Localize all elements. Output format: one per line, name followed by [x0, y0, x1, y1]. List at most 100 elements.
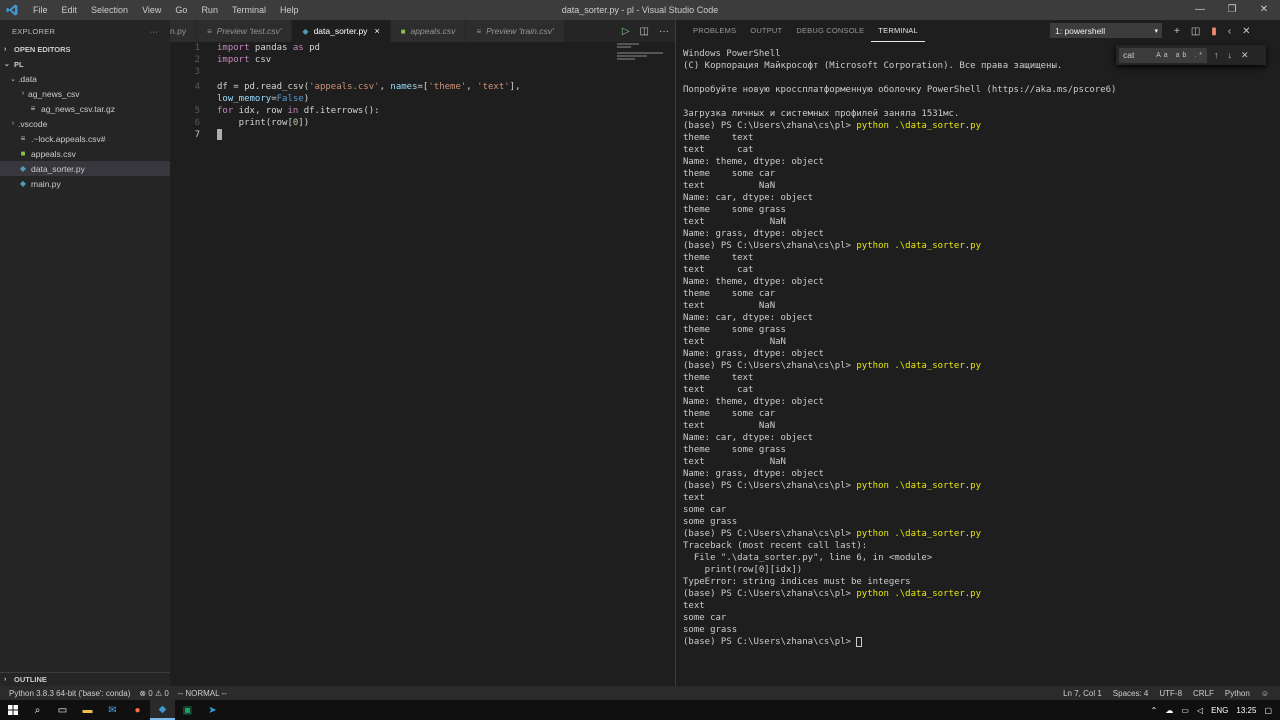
run-icon[interactable]: ▷: [622, 26, 630, 37]
open-editors-section[interactable]: › OPEN EDITORS: [0, 42, 170, 56]
minimize-icon[interactable]: —: [1184, 0, 1216, 20]
tab-preview-test-csv[interactable]: ≡ Preview 'test.csv': [197, 20, 293, 42]
problems-count[interactable]: ⊗ 0 ⚠ 0: [139, 689, 168, 698]
close-tab-icon[interactable]: ×: [374, 26, 379, 36]
tab-data-sorter-py[interactable]: ◆ data_sorter.py ×: [292, 20, 391, 42]
explorer-title: EXPLORER: [12, 26, 56, 36]
tree-item[interactable]: ≡ ag_news_csv.tar.gz: [0, 101, 170, 116]
tab-main-py[interactable]: n.py: [170, 20, 198, 42]
terminal-line: text: [683, 493, 705, 503]
cloud-icon[interactable]: ☁: [1165, 706, 1173, 715]
more-actions-icon[interactable]: ···: [659, 26, 669, 37]
vscode-taskbar-icon[interactable]: ◆: [150, 700, 175, 720]
menu-help[interactable]: Help: [273, 0, 306, 20]
new-terminal-icon[interactable]: +: [1174, 26, 1180, 37]
input-language[interactable]: ENG: [1211, 706, 1228, 715]
terminal-line: theme some car: [683, 409, 776, 419]
windows-taskbar: ⌕ ▭ ▬ ✉ ● ◆ ▣ ➤ ⌃ ☁ ▭ ◁ ENG 13:25 ▢: [0, 700, 1280, 720]
menu-terminal[interactable]: Terminal: [225, 0, 273, 20]
system-tray: ⌃ ☁ ▭ ◁ ENG 13:25 ▢: [1151, 700, 1280, 720]
python-interpreter[interactable]: Python 3.8.3 64-bit ('base': conda): [9, 689, 130, 698]
arrow-up-icon[interactable]: ↑: [1214, 50, 1219, 61]
terminal-line: Name: theme, dtype: object: [683, 397, 824, 407]
cursor-position[interactable]: Ln 7, Col 1: [1063, 689, 1102, 698]
chevron-right-icon: ›: [4, 45, 7, 53]
menu-edit[interactable]: Edit: [55, 0, 85, 20]
tree-item-label: main.py: [31, 178, 61, 189]
arrow-down-icon[interactable]: ↓: [1228, 50, 1233, 61]
menu-go[interactable]: Go: [168, 0, 194, 20]
telegram-icon[interactable]: ➤: [200, 700, 225, 720]
tab-appeals-csv[interactable]: ■ appeals.csv: [390, 20, 467, 42]
trash-icon[interactable]: ▮: [1211, 26, 1217, 37]
mail-icon[interactable]: ✉: [100, 700, 125, 720]
chevron-left-icon[interactable]: ‹: [1228, 26, 1231, 37]
language-mode[interactable]: Python: [1225, 689, 1250, 698]
outline-title: OUTLINE: [14, 675, 47, 684]
restore-icon[interactable]: ❐: [1216, 0, 1248, 20]
network-icon[interactable]: ▭: [1181, 706, 1189, 715]
close-panel-icon[interactable]: ✕: [1242, 26, 1250, 37]
tree-item[interactable]: ◆ data_sorter.py: [0, 161, 170, 176]
terminal-line: (C) Корпорация Майкрософт (Microsoft Cor…: [683, 61, 1063, 71]
text-cursor: [217, 129, 222, 140]
tree-item[interactable]: ◆ main.py: [0, 176, 170, 191]
file-icon: ◆: [19, 179, 27, 188]
volume-icon[interactable]: ◁: [1197, 706, 1203, 715]
terminal-line: text cat: [683, 145, 754, 155]
chevron-up-icon[interactable]: ⌃: [1151, 706, 1158, 715]
line-number: 7: [194, 130, 200, 140]
menu-run[interactable]: Run: [194, 0, 225, 20]
terminal-line: theme text: [683, 373, 754, 383]
code-editor[interactable]: 1 import pandas as pd 2 import csv 3 4 df =…: [170, 42, 675, 686]
terminal-select[interactable]: 1: powershell ▾: [1050, 23, 1162, 38]
line-number: 4: [194, 82, 200, 92]
file-explorer-icon[interactable]: ▬: [75, 700, 100, 720]
tab-debug-console[interactable]: DEBUG CONSOLE: [789, 20, 871, 42]
tree-item-label: ag_news_csv.tar.gz: [41, 103, 116, 114]
menu-view[interactable]: View: [135, 0, 168, 20]
terminal-output[interactable]: Windows PowerShell (C) Корпорация Майкрос…: [683, 48, 1117, 648]
indentation[interactable]: Spaces: 4: [1113, 689, 1149, 698]
encoding[interactable]: UTF-8: [1159, 689, 1182, 698]
tree-item-label: ag_news_csv: [28, 88, 80, 99]
outline-section[interactable]: › OUTLINE: [0, 672, 170, 686]
tab-terminal[interactable]: TERMINAL: [871, 20, 925, 42]
menu-selection[interactable]: Selection: [84, 0, 135, 20]
firefox-icon[interactable]: ●: [125, 700, 150, 720]
terminal-line: (base) PS C:\Users\zhana\cs\pl> python .…: [683, 241, 982, 251]
clock[interactable]: 13:25: [1236, 706, 1256, 715]
close-window-icon[interactable]: ✕: [1248, 0, 1280, 20]
tree-item[interactable]: ⌄ .data: [0, 71, 170, 86]
workspace-section[interactable]: ⌄ PL: [0, 57, 170, 71]
split-terminal-icon[interactable]: ◫: [1191, 26, 1200, 37]
feedback-icon[interactable]: ☺: [1261, 689, 1269, 698]
tree-item[interactable]: ■ appeals.csv: [0, 146, 170, 161]
minimap[interactable]: [617, 42, 667, 82]
windows-start-icon[interactable]: [0, 700, 25, 720]
tree-item[interactable]: › ag_news_csv: [0, 86, 170, 101]
end-of-line[interactable]: CRLF: [1193, 689, 1214, 698]
terminal-line: theme some grass: [683, 445, 786, 455]
terminal-line: text NaN: [683, 301, 776, 311]
file-icon: ■: [20, 149, 26, 158]
split-editor-icon[interactable]: ◫: [640, 26, 649, 37]
tab-problems[interactable]: PROBLEMS: [686, 20, 743, 42]
tab-preview-train-csv[interactable]: ≡ Preview 'train.csv': [466, 20, 565, 42]
find-input[interactable]: cat Aa ab .*: [1119, 47, 1207, 63]
chevron-down-icon: ⌄: [4, 61, 10, 68]
task-view-icon[interactable]: ▭: [50, 700, 75, 720]
open-editors-title: OPEN EDITORS: [14, 44, 71, 54]
excel-icon[interactable]: ▣: [175, 700, 200, 720]
notifications-icon[interactable]: ▢: [1264, 706, 1272, 715]
tree-item[interactable]: ≡ .~lock.appeals.csv#: [0, 131, 170, 146]
workspace-title: PL: [14, 59, 24, 69]
tab-output[interactable]: OUTPUT: [743, 20, 789, 42]
search-icon[interactable]: ⌕: [25, 700, 50, 720]
more-actions-icon[interactable]: ···: [150, 27, 158, 36]
close-icon[interactable]: ✕: [1241, 50, 1249, 61]
terminal-line: Попробуйте новую кроссплатформенную обол…: [683, 85, 1117, 95]
find-options[interactable]: Aa ab .*: [1156, 48, 1205, 63]
tree-item[interactable]: › .vscode: [0, 116, 170, 131]
menu-file[interactable]: File: [26, 0, 55, 20]
